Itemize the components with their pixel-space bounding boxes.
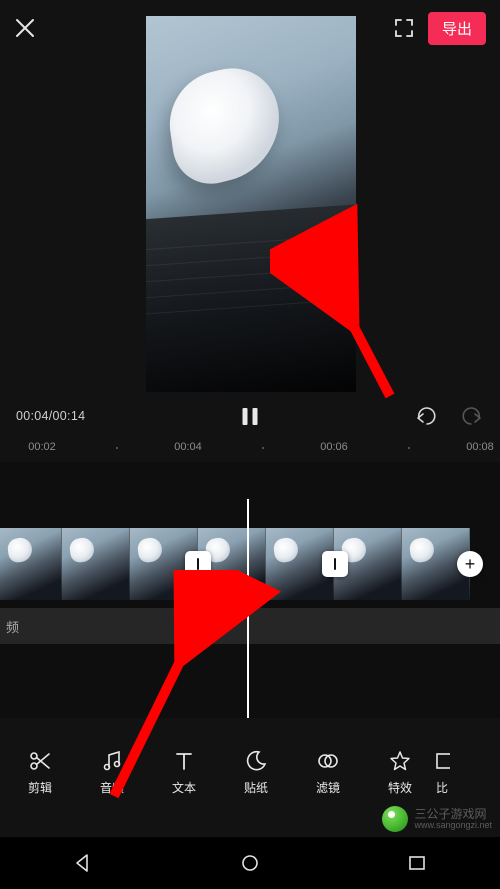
- audio-row-label: 频: [0, 617, 19, 636]
- fullscreen-icon[interactable]: [394, 18, 414, 38]
- add-clip-button[interactable]: +: [457, 551, 483, 577]
- tool-label: 比: [436, 779, 448, 796]
- tool-audio[interactable]: 音频: [76, 740, 148, 805]
- watermark-logo-icon: [382, 806, 408, 832]
- ruler-tick: 00:08: [466, 441, 494, 453]
- moon-icon: [244, 749, 268, 773]
- top-bar: 导出: [0, 0, 500, 56]
- text-icon: [172, 749, 196, 773]
- tool-sticker[interactable]: 贴纸: [220, 740, 292, 805]
- clip-track[interactable]: [0, 528, 500, 600]
- undo-icon[interactable]: [414, 406, 438, 426]
- time-display: 00:04/00:14: [16, 409, 85, 423]
- tool-effect[interactable]: 特效: [364, 740, 436, 805]
- pause-button[interactable]: [243, 408, 258, 425]
- ruler-tick: 00:02: [28, 441, 56, 453]
- star-icon: [388, 749, 412, 773]
- ruler-tick: 00:04: [174, 441, 202, 453]
- close-icon[interactable]: [14, 17, 36, 39]
- video-editor-screen: 导出 00:04/00:14: [0, 0, 500, 889]
- watermark: 三公子游戏网 www.sangongzi.net: [374, 801, 500, 837]
- music-note-icon: [100, 749, 124, 773]
- scissors-icon: [28, 749, 52, 773]
- ratio-icon: [436, 749, 450, 773]
- playhead[interactable]: [247, 499, 249, 718]
- tool-label: 剪辑: [28, 779, 52, 796]
- overlap-circles-icon: [316, 749, 340, 773]
- video-preview[interactable]: [146, 16, 356, 392]
- tool-filter[interactable]: 滤镜: [292, 740, 364, 805]
- tool-label: 文本: [172, 779, 196, 796]
- split-handle[interactable]: [322, 551, 348, 577]
- export-button[interactable]: 导出: [428, 12, 486, 45]
- nav-back-icon[interactable]: [72, 852, 94, 874]
- ruler-tick: 00:06: [320, 441, 348, 453]
- clip-thumb[interactable]: [62, 528, 130, 600]
- clip-thumb[interactable]: [0, 528, 62, 600]
- tool-label: 贴纸: [244, 779, 268, 796]
- watermark-line2: www.sangongzi.net: [414, 821, 492, 830]
- tool-label: 滤镜: [316, 779, 340, 796]
- split-handle[interactable]: [185, 551, 211, 577]
- tool-edit[interactable]: 剪辑: [4, 740, 76, 805]
- playback-bar: 00:04/00:14: [0, 394, 500, 438]
- audio-track-row[interactable]: 频: [0, 608, 500, 644]
- timeline-ruler[interactable]: 00:02 00:04 00:06 00:08: [0, 441, 500, 461]
- system-nav-bar: [0, 837, 500, 889]
- tool-bar: 剪辑 音频 文本 贴纸 滤镜 特效 比: [0, 740, 500, 805]
- nav-home-icon[interactable]: [239, 852, 261, 874]
- tool-label: 特效: [388, 779, 412, 796]
- watermark-line1: 三公子游戏网: [414, 808, 492, 821]
- tool-ratio[interactable]: 比: [436, 740, 460, 805]
- preview-laptop: [146, 204, 356, 392]
- redo-icon[interactable]: [460, 406, 484, 426]
- nav-recent-icon[interactable]: [406, 852, 428, 874]
- tool-label: 音频: [100, 779, 124, 796]
- tool-text[interactable]: 文本: [148, 740, 220, 805]
